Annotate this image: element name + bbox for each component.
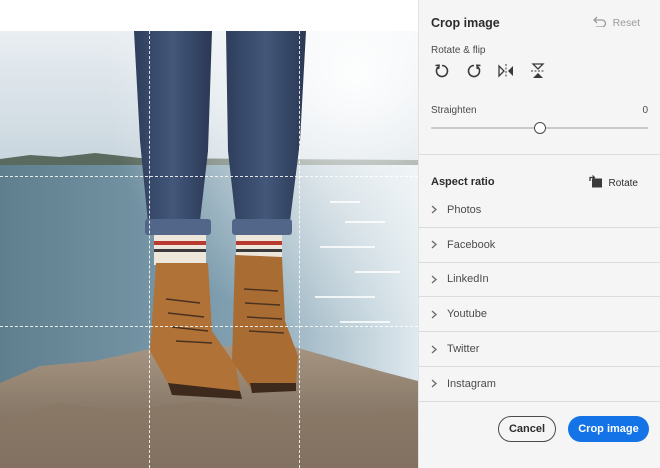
rotate-left-icon bbox=[434, 63, 450, 84]
chevron-right-icon bbox=[431, 379, 441, 388]
aspect-item-label: Twitter bbox=[447, 343, 480, 356]
reset-label: Reset bbox=[612, 17, 640, 29]
chevron-right-icon bbox=[431, 310, 441, 319]
crop-grid-line-vertical bbox=[299, 31, 300, 468]
crop-preview-image[interactable] bbox=[0, 31, 418, 468]
crop-image-button[interactable]: Crop image bbox=[568, 416, 649, 442]
rotate-crop-icon bbox=[588, 175, 603, 191]
crop-grid-line-horizontal bbox=[0, 176, 418, 177]
flip-vertical-button[interactable] bbox=[529, 62, 547, 84]
aspect-item-photos[interactable]: Photos bbox=[419, 193, 660, 228]
section-divider bbox=[419, 154, 660, 155]
chevron-right-icon bbox=[431, 205, 441, 214]
boots-on-rock-photo bbox=[0, 31, 418, 468]
chevron-right-icon bbox=[431, 275, 441, 284]
aspect-item-label: Instagram bbox=[447, 377, 496, 390]
flip-horizontal-button[interactable] bbox=[497, 63, 515, 83]
straighten-value: 0 bbox=[642, 105, 648, 116]
flip-vertical-icon bbox=[531, 62, 545, 84]
panel-title: Crop image bbox=[431, 16, 500, 30]
crop-grid-line-horizontal bbox=[0, 326, 418, 327]
aspect-ratio-title: Aspect ratio bbox=[431, 176, 495, 188]
crop-panel: Crop image Reset Rotate & flip Straighte… bbox=[418, 0, 660, 468]
aspect-item-youtube[interactable]: Youtube bbox=[419, 297, 660, 333]
rotate-flip-label: Rotate & flip bbox=[431, 45, 486, 56]
aspect-item-label: Facebook bbox=[447, 238, 496, 251]
undo-icon bbox=[592, 16, 607, 30]
aspect-item-instagram[interactable]: Instagram bbox=[419, 367, 660, 402]
chevron-right-icon bbox=[431, 345, 441, 354]
straighten-slider[interactable] bbox=[431, 122, 648, 134]
chevron-right-icon bbox=[431, 240, 441, 249]
aspect-item-label: LinkedIn bbox=[447, 273, 489, 286]
rotate-flip-toolbar bbox=[433, 62, 547, 84]
rotate-left-button[interactable] bbox=[433, 63, 451, 84]
aspect-item-facebook[interactable]: Facebook bbox=[419, 228, 660, 263]
flip-horizontal-icon bbox=[498, 63, 514, 83]
panel-header: Crop image Reset bbox=[431, 14, 648, 34]
aspect-ratio-list: Photos Facebook LinkedIn Youtube Twitter… bbox=[419, 193, 660, 402]
rotate-right-button[interactable] bbox=[465, 63, 483, 84]
aspect-item-linkedin[interactable]: LinkedIn bbox=[419, 263, 660, 298]
rotate-label: Rotate bbox=[608, 177, 638, 189]
straighten-label: Straighten bbox=[431, 105, 477, 116]
panel-footer: Cancel Crop image bbox=[419, 406, 660, 468]
crop-grid-line-vertical bbox=[149, 31, 150, 468]
aspect-item-label: Photos bbox=[447, 203, 482, 216]
rotate-right-icon bbox=[466, 63, 482, 84]
aspect-item-label: Youtube bbox=[447, 308, 487, 321]
photo-canvas bbox=[0, 0, 418, 468]
cancel-button[interactable]: Cancel bbox=[498, 416, 556, 442]
aspect-item-twitter[interactable]: Twitter bbox=[419, 332, 660, 367]
rotate-aspect-button[interactable]: Rotate bbox=[588, 175, 638, 191]
reset-button[interactable]: Reset bbox=[592, 16, 640, 30]
slider-thumb[interactable] bbox=[533, 122, 546, 134]
